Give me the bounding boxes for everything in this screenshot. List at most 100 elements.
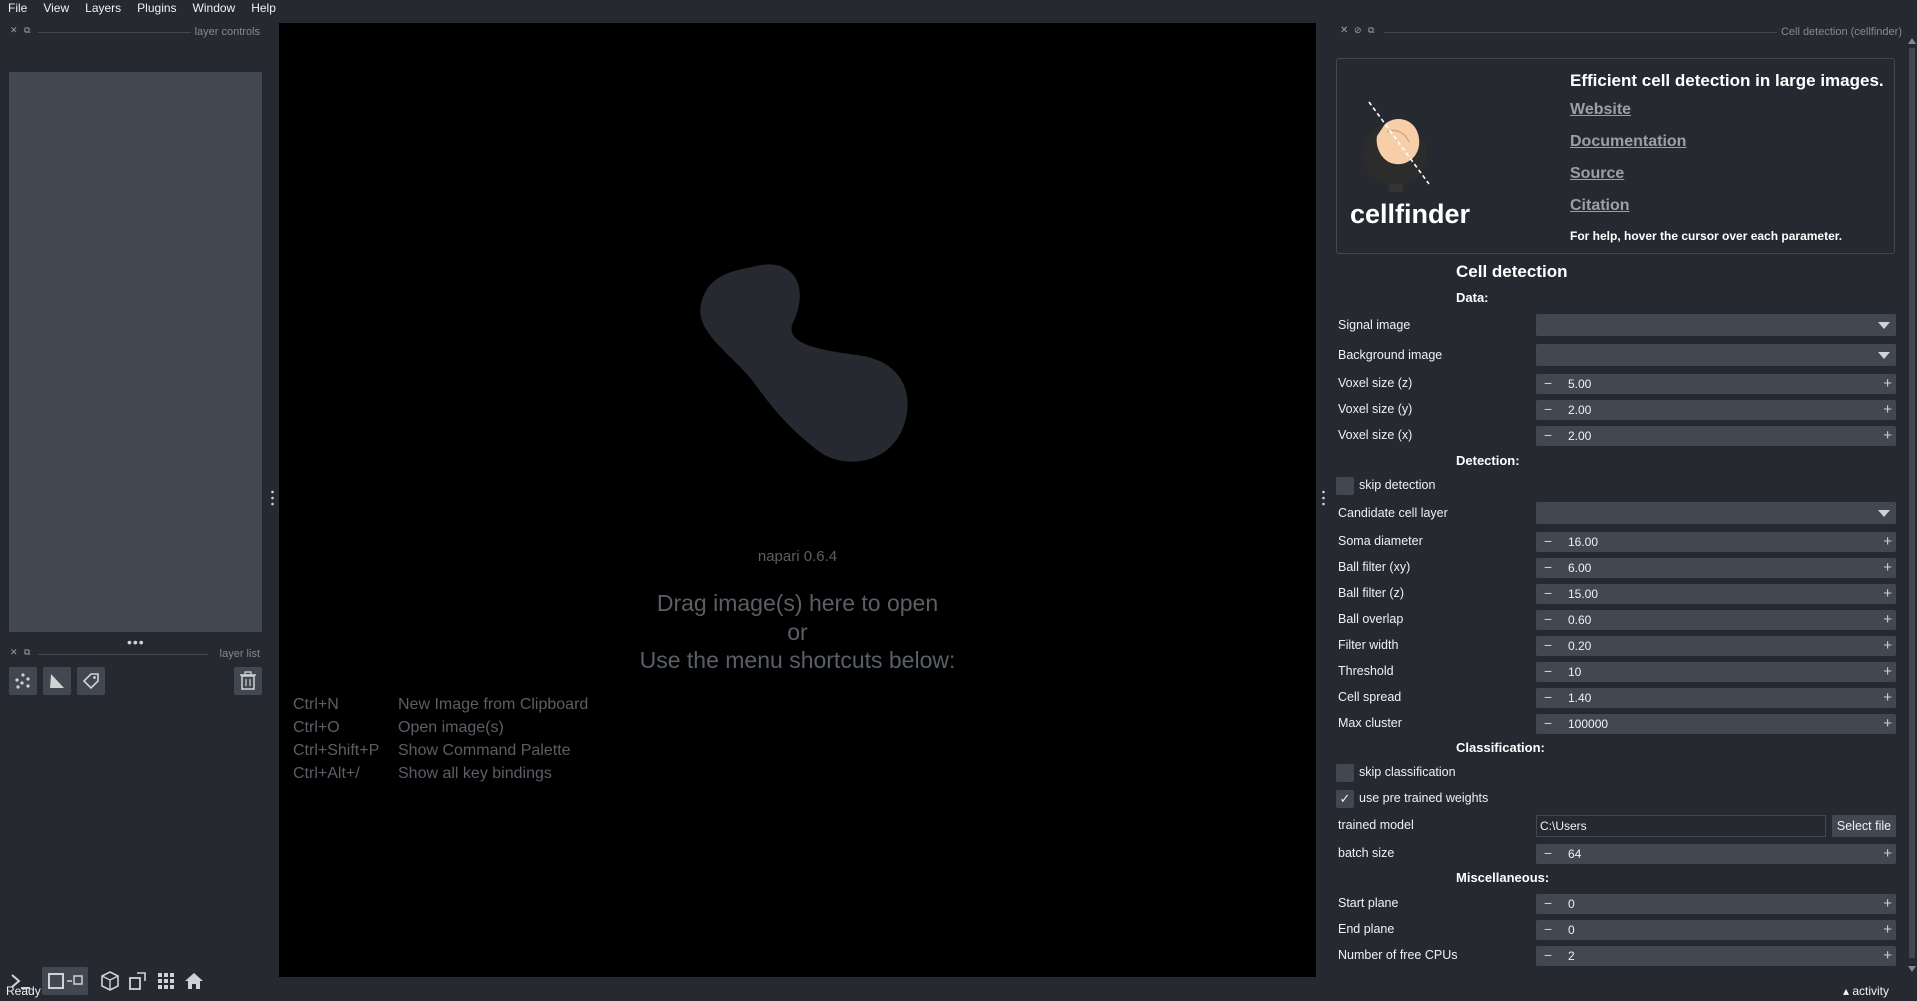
float-icon[interactable]: ⧉ bbox=[24, 25, 30, 36]
right-dock-resize-handle[interactable] bbox=[1322, 490, 1325, 506]
ball-overlap-spinbox[interactable]: − 0.60 + bbox=[1536, 610, 1896, 630]
start-plane-spinbox[interactable]: − 0 + bbox=[1536, 894, 1896, 914]
candidate-layer-combo[interactable] bbox=[1536, 502, 1896, 524]
increment-icon[interactable]: + bbox=[1883, 946, 1892, 965]
documentation-link[interactable]: Documentation bbox=[1570, 133, 1686, 151]
batch-size-spinbox[interactable]: − 64 + bbox=[1536, 844, 1896, 864]
shortcut-key: Ctrl+Alt+/ bbox=[293, 765, 360, 782]
voxel-x-value: 2.00 bbox=[1568, 429, 1592, 443]
decrement-icon[interactable]: − bbox=[1544, 400, 1552, 419]
increment-icon[interactable]: + bbox=[1883, 662, 1892, 681]
increment-icon[interactable]: + bbox=[1883, 400, 1892, 419]
trash-icon bbox=[240, 671, 256, 690]
increment-icon[interactable]: + bbox=[1883, 610, 1892, 629]
activity-button[interactable]: ▴ activity bbox=[1843, 984, 1889, 998]
labels-tag-icon bbox=[82, 673, 99, 690]
decrement-icon[interactable]: − bbox=[1544, 636, 1552, 655]
menu-view[interactable]: View bbox=[35, 0, 77, 18]
menu-layers[interactable]: Layers bbox=[77, 0, 129, 18]
soma-diameter-spinbox[interactable]: − 16.00 + bbox=[1536, 532, 1896, 552]
shortcut-row: Ctrl+Shift+P Show Command Palette bbox=[293, 739, 588, 762]
decrement-icon[interactable]: − bbox=[1544, 532, 1552, 551]
increment-icon[interactable]: + bbox=[1883, 920, 1892, 939]
close-icon[interactable]: ✕ bbox=[10, 25, 18, 36]
increment-icon[interactable]: + bbox=[1883, 894, 1892, 913]
float-icon[interactable]: ⧉ bbox=[24, 647, 30, 658]
cell-spread-spinbox[interactable]: − 1.40 + bbox=[1536, 688, 1896, 708]
select-file-button[interactable]: Select file bbox=[1832, 815, 1896, 837]
increment-icon[interactable]: + bbox=[1883, 636, 1892, 655]
decrement-icon[interactable]: − bbox=[1544, 610, 1552, 629]
decrement-icon[interactable]: − bbox=[1544, 844, 1552, 863]
menu-plugins[interactable]: Plugins bbox=[129, 0, 184, 18]
decrement-icon[interactable]: − bbox=[1544, 558, 1552, 577]
ball-overlap-label: Ball overlap bbox=[1338, 612, 1404, 626]
close-icon[interactable]: ✕ bbox=[1340, 25, 1348, 36]
new-points-layer-button[interactable] bbox=[9, 667, 37, 695]
voxel-z-spinbox[interactable]: − 5.00 + bbox=[1536, 374, 1896, 394]
new-shapes-layer-button[interactable] bbox=[43, 667, 71, 695]
background-image-combo[interactable] bbox=[1536, 344, 1896, 366]
new-labels-layer-button[interactable] bbox=[77, 667, 105, 695]
shortcut-row: Ctrl+O Open image(s) bbox=[293, 716, 588, 739]
website-link[interactable]: Website bbox=[1570, 101, 1631, 119]
menu-file[interactable]: File bbox=[0, 0, 35, 18]
start-plane-label: Start plane bbox=[1338, 896, 1399, 910]
increment-icon[interactable]: + bbox=[1883, 374, 1892, 393]
decrement-icon[interactable]: − bbox=[1544, 946, 1552, 965]
end-plane-spinbox[interactable]: − 0 + bbox=[1536, 920, 1896, 940]
close-icon[interactable]: ✕ bbox=[10, 647, 18, 658]
pretrained-weights-checkbox[interactable]: ✓ bbox=[1336, 790, 1354, 808]
start-plane-value: 0 bbox=[1568, 897, 1575, 911]
dock-title: Cell detection (cellfinder) bbox=[1776, 26, 1902, 38]
increment-icon[interactable]: + bbox=[1883, 584, 1892, 603]
shortcut-row: Ctrl+Alt+/ Show all key bindings bbox=[293, 762, 588, 785]
free-cpus-label: Number of free CPUs bbox=[1338, 948, 1458, 962]
check-icon: ✓ bbox=[1339, 791, 1351, 806]
voxel-y-spinbox[interactable]: − 2.00 + bbox=[1536, 400, 1896, 420]
ball-z-spinbox[interactable]: − 15.00 + bbox=[1536, 584, 1896, 604]
skip-detection-checkbox[interactable] bbox=[1336, 477, 1354, 495]
voxel-x-spinbox[interactable]: − 2.00 + bbox=[1536, 426, 1896, 446]
decrement-icon[interactable]: − bbox=[1544, 894, 1552, 913]
hide-icon[interactable]: ⊘ bbox=[1354, 25, 1362, 36]
shortcut-key: Ctrl+O bbox=[293, 719, 340, 736]
left-dock-resize-handle[interactable] bbox=[271, 490, 274, 506]
ball-xy-spinbox[interactable]: − 6.00 + bbox=[1536, 558, 1896, 578]
float-icon[interactable]: ⧉ bbox=[1368, 25, 1374, 36]
increment-icon[interactable]: + bbox=[1883, 426, 1892, 445]
menu-window[interactable]: Window bbox=[185, 0, 244, 18]
increment-icon[interactable]: + bbox=[1883, 532, 1892, 551]
decrement-icon[interactable]: − bbox=[1544, 584, 1552, 603]
increment-icon[interactable]: + bbox=[1883, 688, 1892, 707]
skip-classification-checkbox[interactable] bbox=[1336, 764, 1354, 782]
decrement-icon[interactable]: − bbox=[1544, 374, 1552, 393]
viewer-canvas[interactable]: napari 0.6.4 Drag image(s) here to open … bbox=[279, 23, 1316, 977]
tagline: Efficient cell detection in large images… bbox=[1570, 71, 1884, 90]
decrement-icon[interactable]: − bbox=[1544, 920, 1552, 939]
signal-image-combo[interactable] bbox=[1536, 314, 1896, 336]
decrement-icon[interactable]: − bbox=[1544, 662, 1552, 681]
free-cpus-spinbox[interactable]: − 2 + bbox=[1536, 946, 1896, 966]
decrement-icon[interactable]: − bbox=[1544, 426, 1552, 445]
citation-link[interactable]: Citation bbox=[1570, 197, 1630, 215]
source-link[interactable]: Source bbox=[1570, 165, 1624, 183]
title-divider bbox=[1384, 32, 1834, 33]
trained-model-input[interactable]: C:\Users bbox=[1536, 815, 1826, 837]
delete-layer-button[interactable] bbox=[234, 667, 262, 695]
threshold-label: Threshold bbox=[1338, 664, 1394, 678]
threshold-spinbox[interactable]: − 10 + bbox=[1536, 662, 1896, 682]
increment-icon[interactable]: + bbox=[1883, 844, 1892, 863]
soma-diameter-label: Soma diameter bbox=[1338, 534, 1423, 548]
title-divider bbox=[38, 654, 208, 655]
decrement-icon[interactable]: − bbox=[1544, 688, 1552, 707]
menu-help[interactable]: Help bbox=[243, 0, 284, 18]
decrement-icon[interactable]: − bbox=[1544, 714, 1552, 733]
max-cluster-spinbox[interactable]: − 100000 + bbox=[1536, 714, 1896, 734]
filter-width-spinbox[interactable]: − 0.20 + bbox=[1536, 636, 1896, 656]
shortcut-action: Show Command Palette bbox=[398, 742, 571, 759]
panel-scrollbar[interactable] bbox=[1907, 36, 1917, 976]
shapes-icon bbox=[50, 674, 64, 688]
increment-icon[interactable]: + bbox=[1883, 558, 1892, 577]
increment-icon[interactable]: + bbox=[1883, 714, 1892, 733]
